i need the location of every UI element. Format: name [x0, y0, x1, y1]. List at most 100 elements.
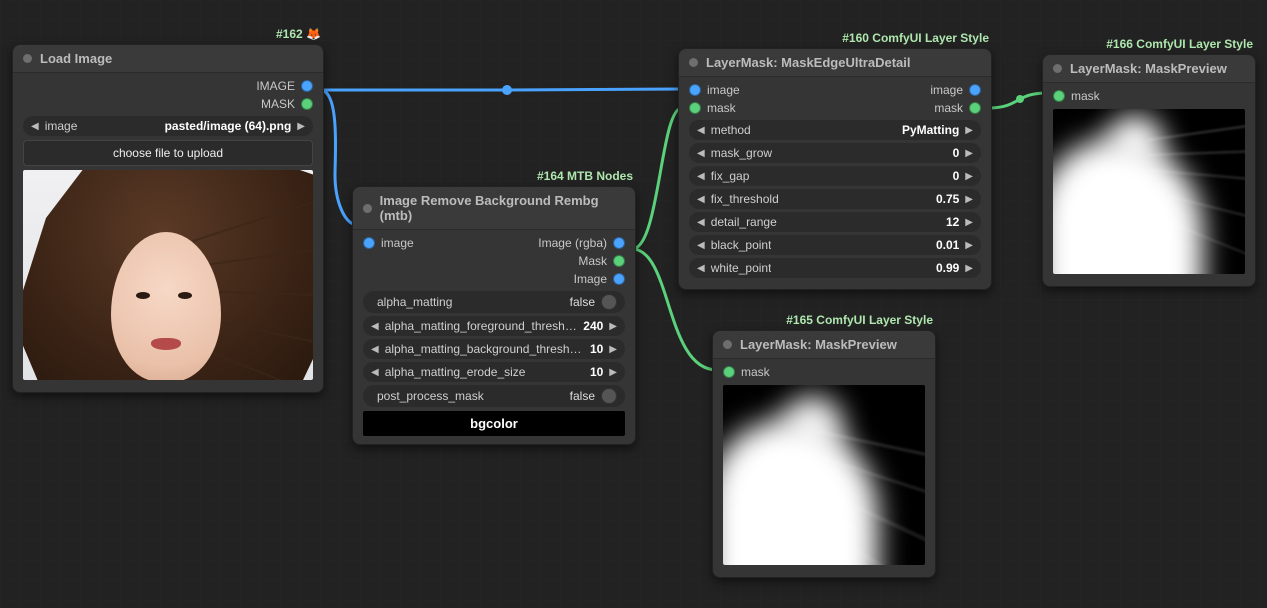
- output-port-mask[interactable]: [969, 102, 981, 114]
- toggle-icon[interactable]: [601, 388, 617, 404]
- chevron-left-icon[interactable]: ◀: [697, 217, 705, 228]
- upload-button[interactable]: choose file to upload: [23, 140, 313, 166]
- widget-alpha-matting[interactable]: alpha_matting false: [363, 291, 625, 313]
- output-label-mask: Mask: [578, 254, 607, 268]
- image-selector[interactable]: ◀ image pasted/image (64).png ▶: [23, 116, 313, 136]
- output-port-image[interactable]: [613, 273, 625, 285]
- widget-erode-size[interactable]: ◀ alpha_matting_erode_size 10 ▶: [363, 362, 625, 382]
- widget-bgcolor[interactable]: bgcolor: [363, 411, 625, 436]
- collapse-dot-icon[interactable]: [689, 58, 698, 67]
- input-port-mask[interactable]: [1053, 90, 1065, 102]
- chevron-right-icon[interactable]: ▶: [609, 367, 617, 378]
- node-titlebar[interactable]: LayerMask: MaskEdgeUltraDetail: [679, 49, 991, 77]
- widget-name: method: [711, 123, 751, 137]
- output-label-image: Image: [574, 272, 607, 286]
- chevron-right-icon[interactable]: ▶: [965, 148, 973, 159]
- output-port-image[interactable]: [301, 80, 313, 92]
- chevron-left-icon[interactable]: ◀: [371, 321, 379, 332]
- node-title: LayerMask: MaskEdgeUltraDetail: [706, 55, 910, 70]
- node-badge-id: #160 ComfyUI Layer Style: [842, 31, 989, 45]
- chevron-right-icon[interactable]: ▶: [965, 217, 973, 228]
- widget-value: 0: [953, 146, 960, 160]
- toggle-icon[interactable]: [601, 294, 617, 310]
- output-label-image-rgba: Image (rgba): [538, 236, 607, 250]
- input-label-image: image: [381, 236, 414, 250]
- chevron-right-icon[interactable]: ▶: [965, 125, 973, 136]
- widget-value: 0.99: [936, 261, 959, 275]
- widget-name: alpha_matting: [377, 295, 452, 309]
- chevron-left-icon[interactable]: ◀: [697, 263, 705, 274]
- widget-post-process[interactable]: post_process_mask false: [363, 385, 625, 407]
- widget-name: alpha_matting_erode_size: [385, 365, 526, 379]
- chevron-right-icon[interactable]: ▶: [965, 171, 973, 182]
- collapse-dot-icon[interactable]: [363, 204, 372, 213]
- chevron-left-icon[interactable]: ◀: [697, 125, 705, 136]
- collapse-dot-icon[interactable]: [723, 340, 732, 349]
- input-port-mask[interactable]: [689, 102, 701, 114]
- chevron-right-icon[interactable]: ▶: [297, 121, 305, 132]
- chevron-left-icon[interactable]: ◀: [697, 148, 705, 159]
- output-label-mask: mask: [934, 101, 963, 115]
- chevron-left-icon[interactable]: ◀: [371, 344, 379, 355]
- widget-value: pasted/image (64).png: [165, 119, 292, 133]
- node-mask-edge-ultra-detail[interactable]: #160 ComfyUI Layer Style LayerMask: Mask…: [678, 48, 992, 290]
- node-titlebar[interactable]: LayerMask: MaskPreview: [713, 331, 935, 359]
- widget-fix-gap[interactable]: ◀ fix_gap 0 ▶: [689, 166, 981, 186]
- widget-value: 0.01: [936, 238, 959, 252]
- widget-mask-grow[interactable]: ◀ mask_grow 0 ▶: [689, 143, 981, 163]
- upload-button-label: choose file to upload: [113, 146, 223, 160]
- chevron-right-icon[interactable]: ▶: [965, 240, 973, 251]
- image-preview: [23, 170, 313, 380]
- input-port-image[interactable]: [363, 237, 375, 249]
- widget-value: 0: [953, 169, 960, 183]
- node-badge-id: #166 ComfyUI Layer Style: [1106, 37, 1253, 51]
- widget-black-point[interactable]: ◀ black_point 0.01 ▶: [689, 235, 981, 255]
- input-port-image[interactable]: [689, 84, 701, 96]
- output-port-image-rgba[interactable]: [613, 237, 625, 249]
- output-label-image: image: [930, 83, 963, 97]
- node-badge: #162 🦊: [276, 27, 321, 41]
- node-rembg[interactable]: #164 MTB Nodes Image Remove Background R…: [352, 186, 636, 445]
- input-label-mask: mask: [1071, 89, 1100, 103]
- input-label-mask: mask: [741, 365, 770, 379]
- chevron-right-icon[interactable]: ▶: [965, 194, 973, 205]
- chevron-left-icon[interactable]: ◀: [31, 121, 39, 132]
- output-port-image[interactable]: [969, 84, 981, 96]
- chevron-right-icon[interactable]: ▶: [609, 321, 617, 332]
- input-port-mask[interactable]: [723, 366, 735, 378]
- chevron-left-icon[interactable]: ◀: [371, 367, 379, 378]
- node-badge-id: #162: [276, 27, 303, 41]
- chevron-right-icon[interactable]: ▶: [609, 344, 617, 355]
- output-port-mask[interactable]: [301, 98, 313, 110]
- widget-method[interactable]: ◀ method PyMatting ▶: [689, 120, 981, 140]
- node-load-image[interactable]: #162 🦊 Load Image IMAGE MASK: [12, 44, 324, 393]
- node-titlebar[interactable]: Load Image: [13, 45, 323, 73]
- collapse-dot-icon[interactable]: [23, 54, 32, 63]
- widget-bg-threshold[interactable]: ◀ alpha_matting_background_threshold 10 …: [363, 339, 625, 359]
- widget-fg-threshold[interactable]: ◀ alpha_matting_foreground_threshold 240…: [363, 316, 625, 336]
- collapse-dot-icon[interactable]: [1053, 64, 1062, 73]
- widget-value: bgcolor: [470, 416, 518, 431]
- node-title: LayerMask: MaskPreview: [740, 337, 897, 352]
- widget-detail-range[interactable]: ◀ detail_range 12 ▶: [689, 212, 981, 232]
- chevron-left-icon[interactable]: ◀: [697, 240, 705, 251]
- widget-value: 240: [583, 319, 603, 333]
- widget-name: alpha_matting_background_threshold: [385, 342, 584, 356]
- chevron-right-icon[interactable]: ▶: [965, 263, 973, 274]
- node-badge-id: #165 ComfyUI Layer Style: [786, 313, 933, 327]
- node-mask-preview-2[interactable]: #166 ComfyUI Layer Style LayerMask: Mask…: [1042, 54, 1256, 287]
- widget-white-point[interactable]: ◀ white_point 0.99 ▶: [689, 258, 981, 278]
- output-label-image: IMAGE: [256, 79, 295, 93]
- widget-name: mask_grow: [711, 146, 772, 160]
- widget-name: fix_gap: [711, 169, 750, 183]
- chevron-left-icon[interactable]: ◀: [697, 171, 705, 182]
- node-titlebar[interactable]: LayerMask: MaskPreview: [1043, 55, 1255, 83]
- node-title: Image Remove Background Rembg (mtb): [380, 193, 625, 223]
- node-titlebar[interactable]: Image Remove Background Rembg (mtb): [353, 187, 635, 230]
- widget-name: detail_range: [711, 215, 777, 229]
- node-mask-preview-1[interactable]: #165 ComfyUI Layer Style LayerMask: Mask…: [712, 330, 936, 578]
- chevron-left-icon[interactable]: ◀: [697, 194, 705, 205]
- widget-fix-threshold[interactable]: ◀ fix_threshold 0.75 ▶: [689, 189, 981, 209]
- graph-canvas[interactable]: #162 🦊 Load Image IMAGE MASK: [0, 0, 1267, 608]
- output-port-mask[interactable]: [613, 255, 625, 267]
